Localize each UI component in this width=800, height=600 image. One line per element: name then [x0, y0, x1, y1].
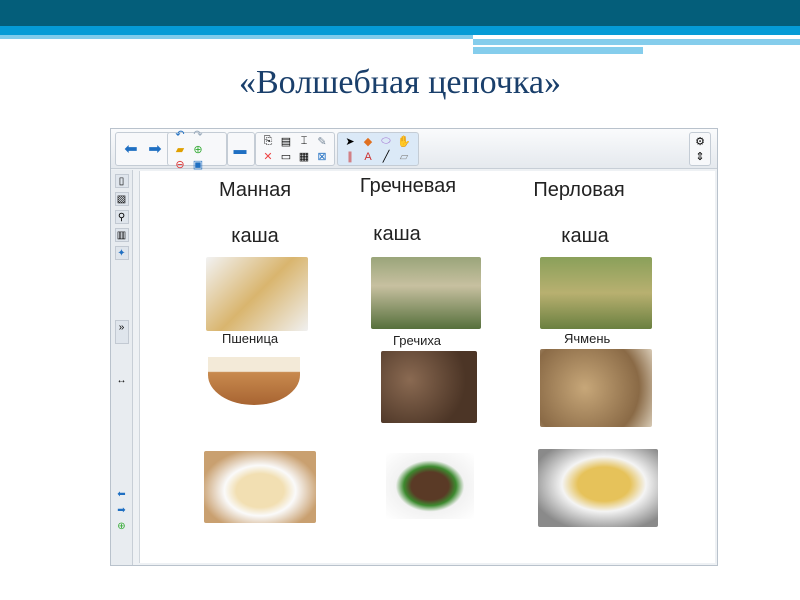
fill-icon[interactable]: ◆: [359, 134, 377, 149]
forward-arrow-icon[interactable]: ➡: [143, 135, 167, 163]
pens-icon[interactable]: ∥: [341, 149, 359, 164]
side-back-icon[interactable]: ⬅: [115, 488, 129, 502]
heading-semolina: Манная: [218, 179, 292, 201]
wheat-image[interactable]: [206, 257, 308, 331]
edit-group: ⎘ ▤ ⌶ ✎ ✕ ▭ ▦ ⊠: [255, 132, 335, 166]
screen-shade-icon[interactable]: ▬: [231, 135, 249, 163]
nav-group: ⬅ ➡: [115, 132, 171, 166]
properties-icon[interactable]: ▥: [114, 228, 129, 242]
heading-buckwheat-2: каша: [373, 223, 421, 245]
paste-icon[interactable]: ⎘: [259, 134, 277, 149]
page-sorter-icon[interactable]: ▯: [114, 174, 129, 188]
semolina-porridge-image[interactable]: [204, 451, 316, 523]
magic-pen-icon[interactable]: ✋: [395, 134, 413, 149]
text-tool-icon[interactable]: A: [359, 149, 377, 164]
toolbar: ⬅ ➡ ↶ ↷ ▰ ⊕ ⊖ ▣ ▬ ⎘ ▤ ⌶ ✎ ✕ ▭ ▦ ⊠ ➤ ◆ ⬭ …: [111, 129, 717, 171]
select-arrow-icon[interactable]: ➤: [341, 134, 359, 149]
resize-icon[interactable]: ↔: [115, 374, 129, 388]
eraser-icon[interactable]: ⬭: [377, 134, 395, 149]
shapes-eraser-icon[interactable]: ▱: [395, 149, 413, 164]
drawing-tools-group: ➤ ◆ ⬭ ✋ ∥ A ╱ ▱: [337, 132, 419, 166]
barley-plant-image[interactable]: [540, 257, 652, 329]
display-icon[interactable]: ▭: [277, 149, 295, 164]
barley-porridge-image[interactable]: [538, 449, 658, 527]
folder-icon[interactable]: ▰: [171, 142, 189, 157]
heading-semolina-2: каша: [231, 225, 279, 247]
redo-icon[interactable]: ↷: [189, 127, 207, 142]
heading-barley: Перловая: [533, 179, 625, 201]
attachments-icon[interactable]: ⚲: [114, 210, 129, 224]
text-format-icon[interactable]: ⌶: [295, 134, 313, 149]
smart-notebook-window: ⬅ ➡ ↶ ↷ ▰ ⊕ ⊖ ▣ ▬ ⎘ ▤ ⌶ ✎ ✕ ▭ ▦ ⊠ ➤ ◆ ⬭ …: [110, 128, 718, 566]
undo-icon[interactable]: ↶: [171, 127, 189, 142]
move-toolbar-icon[interactable]: ⇕: [693, 149, 707, 164]
gear-icon[interactable]: ⚙: [693, 134, 707, 149]
buckwheat-grain-image[interactable]: [381, 351, 477, 423]
line-icon[interactable]: ╱: [377, 149, 395, 164]
side-forward-icon[interactable]: ➡: [115, 504, 129, 518]
side-tab-bar: ▯ ▧ ⚲ ▥ ✦ » ↔ ⬅ ➡ ⊕: [111, 170, 133, 565]
semolina-bowl-image[interactable]: [208, 357, 300, 405]
image-icon[interactable]: ▤: [277, 134, 295, 149]
header-band-dark: [0, 0, 800, 26]
label-wheat[interactable]: Пшеница: [222, 331, 278, 346]
header-band-light: [0, 35, 473, 39]
page-group: ↶ ↷ ▰ ⊕ ⊖ ▣: [167, 129, 227, 171]
buckwheat-porridge-image[interactable]: [386, 453, 474, 519]
whiteboard-canvas[interactable]: Манная каша Гречневая каша Перловая каша…: [139, 171, 715, 563]
tools-icon[interactable]: ✎: [313, 134, 331, 149]
heading-buckwheat: Гречневая: [359, 175, 457, 197]
heading-barley-2: каша: [561, 225, 609, 247]
slide-title: «Волшебная цепочка»: [239, 64, 561, 101]
collapse-handle[interactable]: »: [114, 320, 129, 344]
back-arrow-icon[interactable]: ⬅: [119, 135, 143, 163]
delete-page-icon[interactable]: ⊖: [171, 157, 189, 172]
add-page-icon[interactable]: ⊕: [189, 142, 207, 157]
settings-group: ⚙ ⇕: [689, 132, 711, 166]
side-add-icon[interactable]: ⊕: [115, 520, 129, 534]
shade-group: ▬: [227, 132, 255, 166]
header-band-light-right2: [473, 47, 643, 54]
gallery-icon[interactable]: ▧: [114, 192, 129, 206]
addons-icon[interactable]: ✦: [114, 246, 129, 260]
barley-grain-image[interactable]: [540, 349, 652, 427]
header-band-blue: [0, 26, 800, 35]
label-buckwheat[interactable]: Гречиха: [393, 333, 441, 348]
buckwheat-plant-image[interactable]: [371, 257, 481, 329]
fullscreen-icon[interactable]: ⊠: [313, 149, 331, 164]
delete-icon[interactable]: ✕: [259, 149, 277, 164]
table-icon[interactable]: ▦: [295, 149, 313, 164]
header-band-light-right: [473, 39, 800, 45]
label-barley[interactable]: Ячмень: [564, 331, 610, 346]
save-icon[interactable]: ▣: [189, 157, 207, 172]
